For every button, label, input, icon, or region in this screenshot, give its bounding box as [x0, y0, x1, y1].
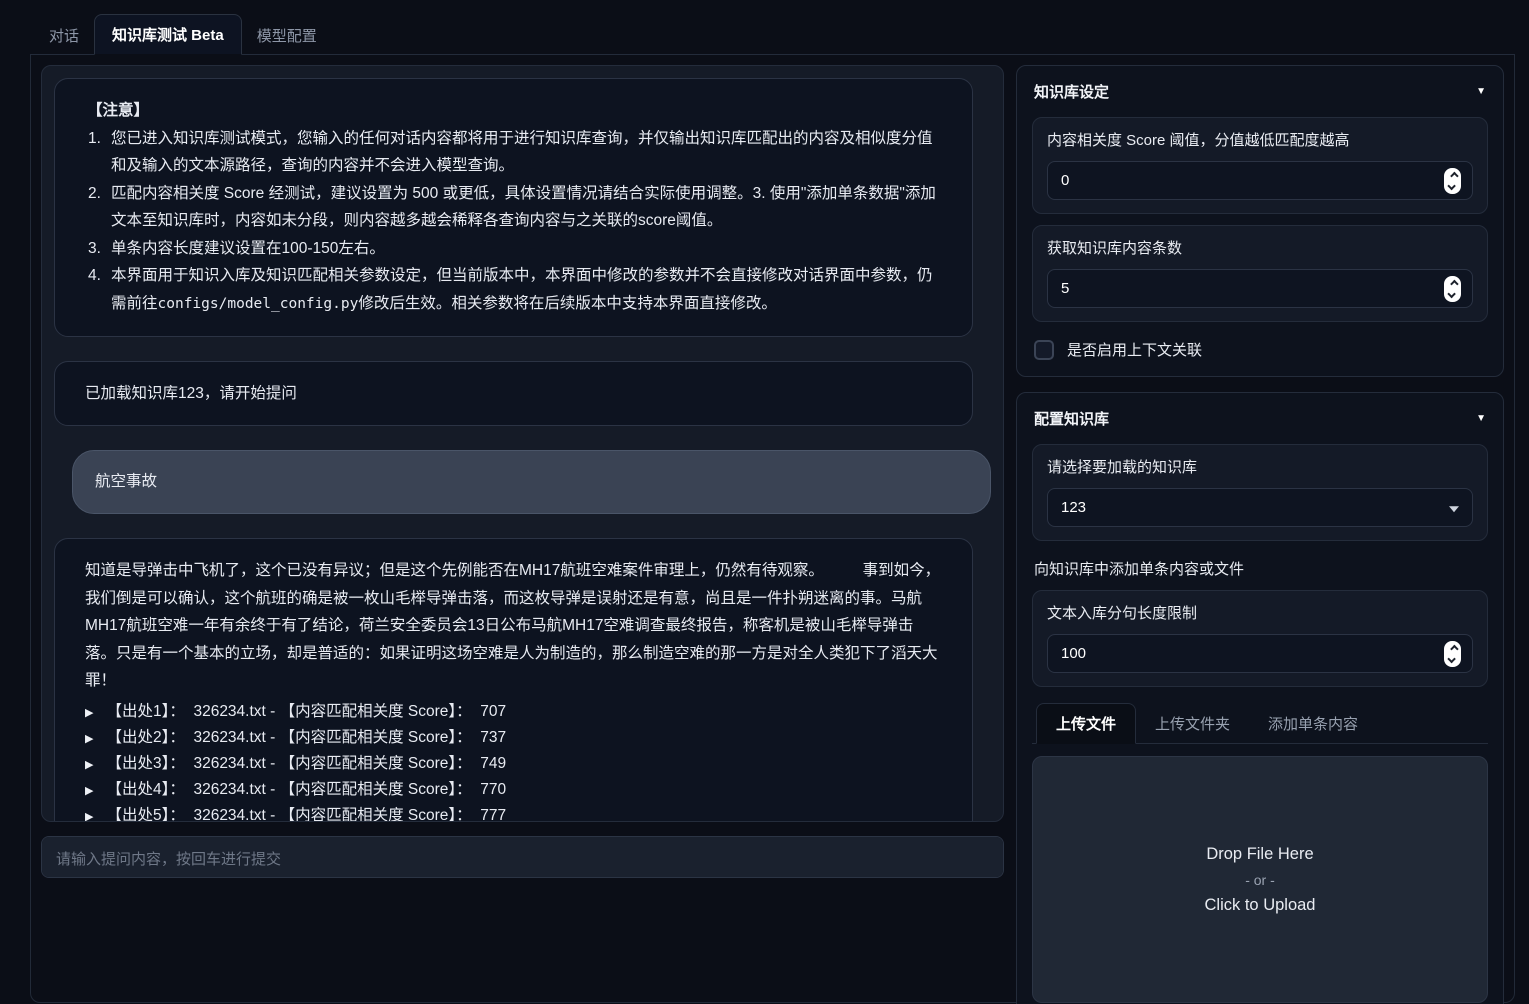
source-summary: 【出处4】： 326234.txt - 【内容匹配相关度 Score】： 770	[106, 777, 506, 803]
context-link-checkbox[interactable]	[1034, 340, 1054, 360]
sentence-length-input[interactable]: 100	[1047, 634, 1473, 673]
context-link-label: 是否启用上下文关联	[1067, 339, 1202, 360]
bot-loaded-message: 已加载知识库123，请开始提问	[54, 361, 973, 427]
kb-settings-accordion-header[interactable]: 知识库设定 ▼	[1032, 79, 1488, 106]
source-summary: 【出处3】： 326234.txt - 【内容匹配相关度 Score】： 749	[106, 751, 506, 777]
context-link-row: 是否启用上下文关联	[1034, 339, 1486, 360]
notice-heading: 【注意】	[87, 97, 942, 125]
source-summary: 【出处2】： 326234.txt - 【内容匹配相关度 Score】： 737	[106, 725, 506, 751]
number-spinner[interactable]	[1444, 641, 1461, 667]
notice-item: 本界面用于知识入库及知识匹配相关参数设定，但当前版本中，本界面中修改的参数并不会…	[85, 262, 942, 317]
kb-select-label: 请选择要加载的知识库	[1047, 456, 1473, 477]
notice-item-code: configs/model_config.py	[158, 296, 359, 312]
user-message: 航空事故	[72, 450, 991, 514]
dropdown-caret-icon	[1449, 506, 1459, 512]
main-tab-bar: 对话 知识库测试 Beta 模型配置	[30, 14, 1515, 55]
score-threshold-label: 内容相关度 Score 阈值，分值越低匹配度越高	[1047, 129, 1473, 150]
sentence-length-block: 文本入库分句长度限制 100	[1032, 590, 1488, 687]
bot-notice-message: 【注意】 您已进入知识库测试模式，您输入的任何对话内容都将用于进行知识库查询，并…	[54, 78, 973, 337]
kb-settings-title: 知识库设定	[1034, 81, 1109, 102]
tab-upload-file[interactable]: 上传文件	[1036, 703, 1136, 744]
upload-tab-bar: 上传文件 上传文件夹 添加单条内容	[1032, 703, 1488, 744]
caret-down-icon: ▼	[1476, 413, 1486, 424]
caret-right-icon: ▶	[85, 808, 93, 822]
kb-test-panel: 【注意】 您已进入知识库测试模式，您输入的任何对话内容都将用于进行知识库查询，并…	[30, 55, 1515, 1003]
sentence-length-value: 100	[1061, 645, 1086, 662]
caret-right-icon: ▶	[85, 704, 93, 722]
notice-list: 您已进入知识库测试模式，您输入的任何对话内容都将用于进行知识库查询，并仅输出知识…	[85, 125, 942, 318]
dropzone-line1: Drop File Here	[1206, 842, 1313, 867]
bot-answer-message: 知道是导弹击中飞机了，这个已没有异议；但是这个先例能否在MH17航班空难案件审理…	[54, 538, 973, 822]
caret-right-icon: ▶	[85, 730, 93, 748]
notice-item: 匹配内容相关度 Score 经测试，建议设置为 500 或更低，具体设置情况请结…	[85, 180, 942, 235]
number-spinner[interactable]	[1444, 168, 1461, 194]
tab-add-single-content[interactable]: 添加单条内容	[1249, 704, 1377, 743]
caret-right-icon: ▶	[85, 756, 93, 774]
chat-column: 【注意】 您已进入知识库测试模式，您输入的任何对话内容都将用于进行知识库查询，并…	[41, 65, 1004, 992]
source-details-row[interactable]: ▶ 【出处4】： 326234.txt - 【内容匹配相关度 Score】： 7…	[85, 777, 942, 803]
answer-text: 知道是导弹击中飞机了，这个已没有异议；但是这个先例能否在MH17航班空难案件审理…	[85, 557, 942, 695]
file-dropzone[interactable]: Drop File Here - or - Click to Upload	[1032, 756, 1488, 1003]
source-summary: 【出处1】： 326234.txt - 【内容匹配相关度 Score】： 707	[106, 699, 506, 725]
tab-upload-folder[interactable]: 上传文件夹	[1136, 704, 1249, 743]
number-spinner[interactable]	[1444, 276, 1461, 302]
score-threshold-block: 内容相关度 Score 阈值，分值越低匹配度越高 0	[1032, 117, 1488, 214]
score-threshold-value: 0	[1061, 172, 1069, 189]
kb-select-dropdown[interactable]: 123	[1047, 488, 1473, 527]
kb-config-title: 配置知识库	[1034, 408, 1109, 429]
content-count-value: 5	[1061, 280, 1069, 297]
question-input[interactable]	[41, 836, 1004, 878]
notice-item-text: 修改后生效。相关参数将在后续版本中支持本界面直接修改。	[358, 295, 777, 312]
sentence-length-label: 文本入库分句长度限制	[1047, 602, 1473, 623]
source-details-row[interactable]: ▶ 【出处2】： 326234.txt - 【内容匹配相关度 Score】： 7…	[85, 725, 942, 751]
caret-right-icon: ▶	[85, 782, 93, 800]
kb-select-value: 123	[1061, 499, 1086, 516]
notice-item: 您已进入知识库测试模式，您输入的任何对话内容都将用于进行知识库查询，并仅输出知识…	[85, 125, 942, 180]
user-message-text: 航空事故	[95, 473, 157, 490]
dropzone-line3: Click to Upload	[1205, 893, 1316, 918]
query-input-wrap	[41, 836, 1004, 878]
tab-model-config[interactable]: 模型配置	[242, 17, 332, 54]
kb-settings-accordion: 知识库设定 ▼ 内容相关度 Score 阈值，分值越低匹配度越高 0 获取知识库…	[1016, 65, 1504, 377]
source-details-row[interactable]: ▶ 【出处3】： 326234.txt - 【内容匹配相关度 Score】： 7…	[85, 751, 942, 777]
add-content-section-label: 向知识库中添加单条内容或文件	[1034, 558, 1486, 579]
chatbot-message-list: 【注意】 您已进入知识库测试模式，您输入的任何对话内容都将用于进行知识库查询，并…	[41, 65, 1004, 822]
notice-item: 单条内容长度建议设置在100-150左右。	[85, 235, 942, 263]
source-summary: 【出处5】： 326234.txt - 【内容匹配相关度 Score】： 777	[106, 803, 506, 822]
content-count-input[interactable]: 5	[1047, 269, 1473, 308]
content-count-label: 获取知识库内容条数	[1047, 237, 1473, 258]
score-threshold-input[interactable]: 0	[1047, 161, 1473, 200]
caret-down-icon: ▼	[1476, 86, 1486, 97]
loaded-message-text: 已加载知识库123，请开始提问	[85, 385, 297, 402]
source-details-row[interactable]: ▶ 【出处5】： 326234.txt - 【内容匹配相关度 Score】： 7…	[85, 803, 942, 822]
source-details-row[interactable]: ▶ 【出处1】： 326234.txt - 【内容匹配相关度 Score】： 7…	[85, 699, 942, 725]
settings-column: 知识库设定 ▼ 内容相关度 Score 阈值，分值越低匹配度越高 0 获取知识库…	[1016, 65, 1504, 992]
upload-area: 上传文件 上传文件夹 添加单条内容 Drop File Here - or - …	[1032, 703, 1488, 1004]
answer-sources: ▶ 【出处1】： 326234.txt - 【内容匹配相关度 Score】： 7…	[85, 699, 942, 822]
kb-config-accordion: 配置知识库 ▼ 请选择要加载的知识库 123 向知识库中添加单条内容或文件 文本…	[1016, 392, 1504, 1004]
kb-config-accordion-header[interactable]: 配置知识库 ▼	[1032, 406, 1488, 433]
tab-chat[interactable]: 对话	[34, 17, 94, 54]
content-count-block: 获取知识库内容条数 5	[1032, 225, 1488, 322]
kb-select-block: 请选择要加载的知识库 123	[1032, 444, 1488, 541]
tab-kb-test[interactable]: 知识库测试 Beta	[94, 14, 242, 55]
dropzone-line2: - or -	[1245, 872, 1275, 888]
